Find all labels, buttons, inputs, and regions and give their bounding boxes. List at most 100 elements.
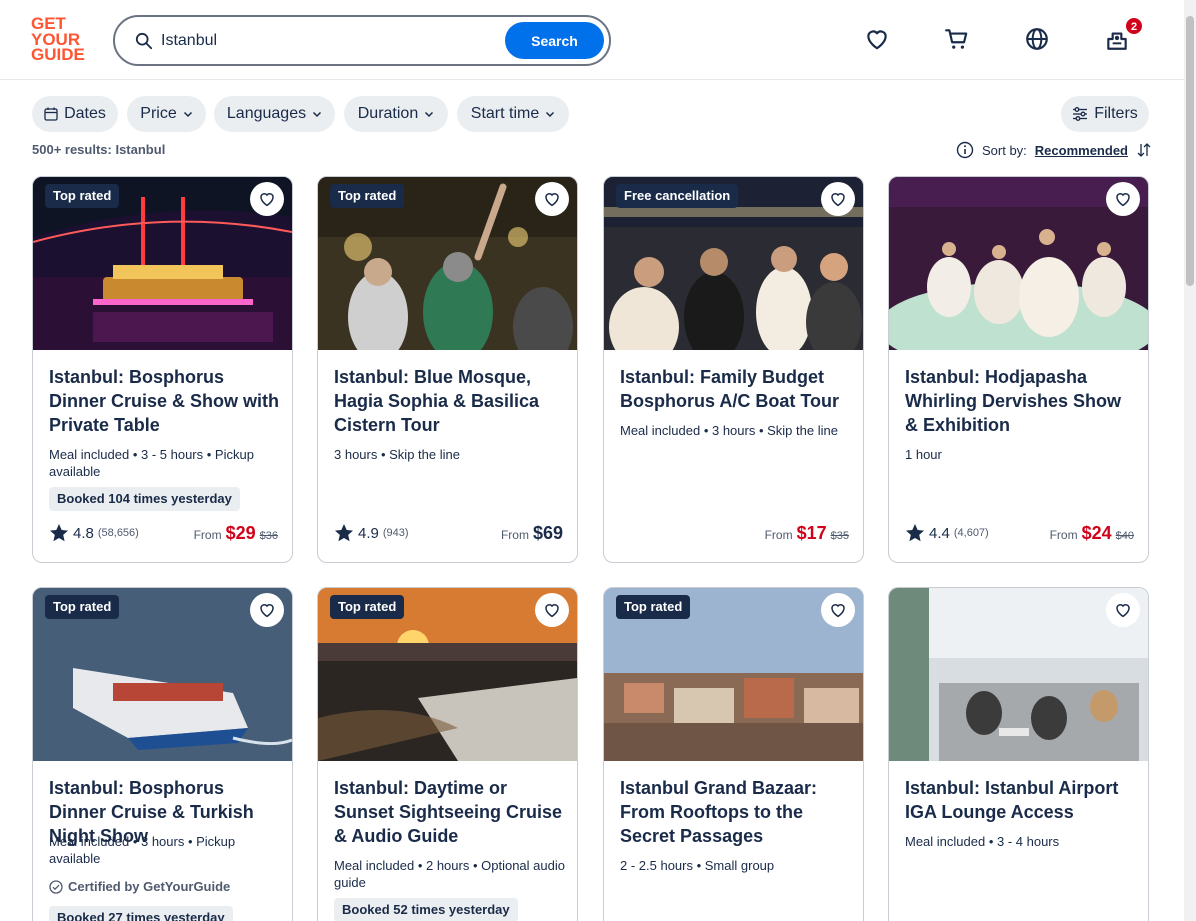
price: From $29 $36 — [194, 523, 278, 544]
price-from-label: From — [193, 528, 222, 542]
rating-value: 4.9 — [358, 524, 379, 542]
booked-badge: Booked 104 times yesterday — [49, 487, 240, 511]
sort-arrows-icon[interactable] — [1136, 142, 1152, 158]
card-tag: Top rated — [616, 595, 691, 619]
booked-badge: Booked 52 times yesterday — [334, 898, 518, 921]
price-from-label: From — [1049, 528, 1078, 542]
price: From $17 $35 — [765, 523, 849, 544]
wishlist-heart-icon[interactable] — [821, 182, 855, 216]
search-input[interactable] — [161, 27, 491, 55]
price: From $24 $40 — [1050, 523, 1134, 544]
cart-icon[interactable] — [944, 26, 970, 52]
activity-image[interactable]: Top rated — [318, 177, 577, 350]
card-tag: Free cancellation — [616, 184, 739, 208]
review-count: (58,656) — [97, 527, 139, 539]
activity-title[interactable]: Istanbul: Hodjapasha Whirling Dervishes … — [905, 365, 1137, 437]
sort-value[interactable]: Recommended — [1035, 143, 1128, 158]
price-value: $24 — [1081, 523, 1112, 543]
wishlist-heart-icon[interactable] — [535, 182, 569, 216]
languages-filter-label: Languages — [226, 105, 307, 122]
languages-filter-button[interactable]: Languages — [214, 96, 335, 132]
activity-meta: 2 - 2.5 hours • Small group — [620, 858, 775, 873]
activity-image[interactable]: Free cancellation — [604, 177, 863, 350]
activity-meta: Meal included • 2 hours • Optional audio… — [334, 858, 565, 890]
activity-title[interactable]: Istanbul: Family Budget Bosphorus A/C Bo… — [620, 365, 852, 413]
duration-filter-button[interactable]: Duration — [344, 96, 448, 132]
activity-meta: 1 hour — [905, 447, 942, 462]
activity-title[interactable]: Istanbul Grand Bazaar: From Rooftops to … — [620, 776, 852, 848]
activity-meta: Meal included • 3 hours • Skip the line — [620, 423, 838, 438]
sort-label: Sort by: — [982, 142, 1027, 158]
sort-control[interactable]: Sort by: Recommended — [956, 140, 1152, 160]
activity-meta: Meal included • 3 hours • Pickup availab… — [49, 834, 236, 866]
wishlist-heart-icon[interactable] — [821, 593, 855, 627]
activity-image[interactable] — [889, 177, 1148, 350]
activity-card[interactable]: Top rated Istanbul: Bosphorus Dinner Cru… — [32, 176, 293, 563]
sliders-icon — [1073, 107, 1088, 121]
rating: 4.9 (943) — [334, 523, 409, 543]
dates-filter-button[interactable]: Dates — [32, 96, 118, 132]
top-header: GET YOUR GUIDE Search 2 — [0, 0, 1184, 80]
price-value: $17 — [796, 523, 827, 543]
cart-count-badge: 2 — [1125, 17, 1143, 35]
wishlist-heart-icon[interactable] — [1106, 182, 1140, 216]
all-filters-button[interactable]: Filters — [1061, 96, 1149, 132]
activity-title[interactable]: Istanbul: Blue Mosque, Hagia Sophia & Ba… — [334, 365, 566, 437]
start-time-filter-label: Start time — [470, 105, 540, 122]
chevron-down-icon — [546, 111, 555, 118]
activity-card[interactable]: Top rated Istanbul: Daytime or Sunset Si… — [317, 587, 578, 921]
certified-label: Certified by GetYourGuide — [49, 879, 230, 894]
wishlist-heart-icon[interactable] — [1106, 593, 1140, 627]
rating-value: 4.4 — [929, 524, 950, 542]
getyourguide-logo[interactable]: GET YOUR GUIDE — [31, 15, 91, 64]
dates-filter-label: Dates — [64, 105, 106, 122]
price-from-label: From — [764, 528, 793, 542]
all-filters-label: Filters — [1094, 105, 1138, 122]
card-tag: Top rated — [330, 184, 405, 208]
activity-card[interactable]: Istanbul: Hodjapasha Whirling Dervishes … — [888, 176, 1149, 563]
activity-card[interactable]: Top rated Istanbul: Blue Mosque, Hagia S… — [317, 176, 578, 563]
activity-card[interactable]: Istanbul: Istanbul Airport IGA Lounge Ac… — [888, 587, 1149, 921]
activity-meta: Meal included • 3 - 4 hours — [905, 834, 1060, 849]
activity-image[interactable] — [889, 588, 1148, 761]
info-icon[interactable] — [956, 141, 974, 159]
booked-badge: Booked 27 times yesterday — [49, 906, 233, 921]
check-badge-icon — [49, 879, 63, 894]
price-value: $29 — [225, 523, 256, 543]
rating: 4.4 (4,607) — [905, 523, 989, 543]
scrollbar-thumb[interactable] — [1186, 16, 1194, 286]
activity-image[interactable]: Top rated — [604, 588, 863, 761]
activity-title[interactable]: Istanbul: Bosphorus Dinner Cruise & Show… — [49, 365, 281, 437]
card-tag: Top rated — [45, 184, 120, 208]
rating: 4.8 (58,656) — [49, 523, 139, 543]
card-tag: Top rated — [45, 595, 120, 619]
globe-icon[interactable] — [1024, 26, 1050, 52]
activity-image[interactable]: Top rated — [33, 177, 292, 350]
price: From $69 — [501, 523, 563, 544]
original-price: $35 — [830, 530, 849, 542]
wishlist-heart-icon[interactable] — [250, 593, 284, 627]
duration-filter-label: Duration — [357, 105, 419, 122]
star-icon — [335, 524, 353, 542]
certified-text: Certified by GetYourGuide — [68, 879, 231, 894]
activity-title[interactable]: Istanbul: Daytime or Sunset Sightseeing … — [334, 776, 566, 848]
wishlist-heart-icon[interactable] — [250, 182, 284, 216]
chevron-down-icon — [183, 111, 192, 118]
activity-card[interactable]: Free cancellation Istanbul: Family Budge… — [603, 176, 864, 563]
wishlist-heart-icon[interactable] — [535, 593, 569, 627]
activity-card[interactable]: Top rated Istanbul: Bosphorus Dinner Cru… — [32, 587, 293, 921]
results-count: 500+ results: Istanbul — [32, 142, 166, 157]
price-filter-button[interactable]: Price — [127, 96, 206, 132]
activity-meta: 3 hours • Skip the line — [334, 447, 460, 462]
search-button[interactable]: Search — [505, 22, 604, 59]
activity-title[interactable]: Istanbul: Istanbul Airport IGA Lounge Ac… — [905, 776, 1137, 824]
heart-icon[interactable] — [864, 26, 890, 52]
search-bar: Search — [113, 15, 611, 66]
activity-image[interactable]: Top rated — [33, 588, 292, 761]
review-count: (4,607) — [953, 527, 989, 539]
scrollbar[interactable] — [1184, 0, 1196, 921]
activity-image[interactable]: Top rated — [318, 588, 577, 761]
activity-card[interactable]: Top rated Istanbul Grand Bazaar: From Ro… — [603, 587, 864, 921]
start-time-filter-button[interactable]: Start time — [457, 96, 569, 132]
original-price: $40 — [1115, 530, 1134, 542]
